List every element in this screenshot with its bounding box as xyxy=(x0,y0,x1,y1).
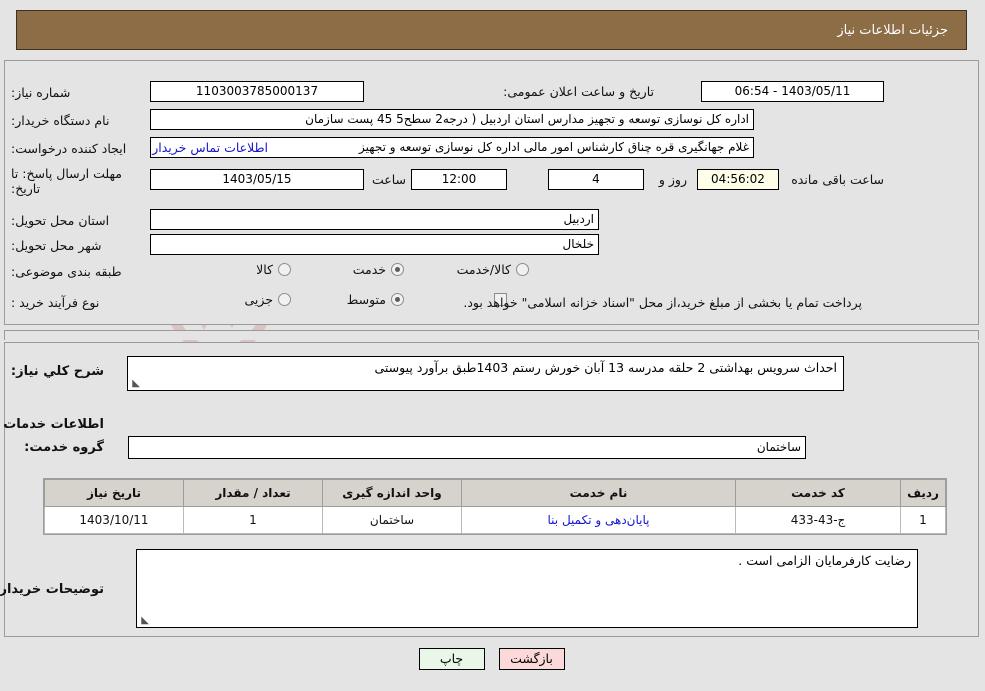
deadline-label: مهلت ارسال پاسخ: تا تاریخ: xyxy=(12,166,123,196)
remaining-days-label: روز و xyxy=(659,172,688,187)
service-group-label: گروه خدمت: xyxy=(25,440,105,455)
cell-unit: ساختمان xyxy=(323,506,463,534)
radio-category-kala-khedmat[interactable]: کالا/خدمت xyxy=(458,262,530,277)
request-creator-label: ایجاد کننده درخواست: xyxy=(12,141,128,156)
service-group-value: ساختمان xyxy=(129,436,807,459)
resize-grip-icon[interactable]: ◣ xyxy=(131,379,141,389)
cell-need-date: 1403/10/11 xyxy=(45,506,185,534)
cell-row-index: 1 xyxy=(901,506,947,534)
deadline-time-value: 12:00 xyxy=(412,169,508,190)
purchase-process-label: نوع فرآیند خرید : xyxy=(12,295,101,310)
delivery-province-value: اردبیل xyxy=(151,209,600,230)
remaining-time-label: ساعت باقی مانده xyxy=(792,172,885,187)
buyer-org-label: نام دستگاه خریدار: xyxy=(12,113,111,128)
col-row-index: ردیف xyxy=(901,479,947,507)
cell-service-code: ج-43-433 xyxy=(736,506,902,534)
page-title-bar: جزئیات اطلاعات نیاز xyxy=(17,10,968,50)
remaining-days-value: 4 xyxy=(549,169,645,190)
buyer-notes-textarea[interactable]: رضایت کارفرمایان الزامی است . ◣ xyxy=(137,549,919,628)
radio-icon[interactable] xyxy=(279,293,292,306)
delivery-province-label: استان محل تحویل: xyxy=(12,213,111,228)
services-section-title: اطلاعات خدمات مورد نیاز xyxy=(0,417,105,432)
announce-date-value: 1403/05/11 - 06:54 xyxy=(702,81,885,102)
radio-label: کالا xyxy=(257,262,274,277)
announce-date-label: تاریخ و ساعت اعلان عمومی: xyxy=(504,84,655,99)
radio-label: کالا/خدمت xyxy=(457,262,512,277)
radio-label: متوسط xyxy=(347,292,387,307)
remaining-time-value: 04:56:02 xyxy=(698,169,780,190)
subject-category-label: طبقه بندی موضوعی: xyxy=(12,264,123,279)
buyer-notes-value: رضایت کارفرمایان الزامی است . xyxy=(739,553,912,568)
general-description-textarea[interactable]: احداث سرویس بهداشتی 2 حلقه مدرسه 13 آبان… xyxy=(128,356,845,391)
general-description-label: شرح کلي نیاز: xyxy=(11,364,105,379)
radio-process-motavaset[interactable]: متوسط xyxy=(348,292,405,307)
buyer-notes-label: توضیحات خریدار: xyxy=(0,582,105,597)
back-button[interactable]: بازگشت xyxy=(499,648,566,670)
buyer-contact-link[interactable]: اطلاعات تماس خریدار xyxy=(153,140,269,155)
page-title: جزئیات اطلاعات نیاز xyxy=(838,22,949,38)
radio-process-jozii[interactable]: جزیی xyxy=(245,292,292,307)
deadline-time-label: ساعت xyxy=(372,172,407,187)
need-number-value: 1103003785000137 xyxy=(151,81,365,102)
delivery-city-value: خلخال xyxy=(151,234,600,255)
radio-icon[interactable] xyxy=(279,263,292,276)
radio-icon-selected[interactable] xyxy=(392,293,405,306)
col-unit: واحد اندازه گیری xyxy=(323,479,463,507)
col-service-name: نام خدمت xyxy=(462,479,737,507)
radio-icon[interactable] xyxy=(517,263,530,276)
panel-divider xyxy=(5,330,980,340)
treasury-bond-text: پرداخت تمام یا بخشی از مبلغ خرید،از محل … xyxy=(464,295,863,310)
resize-grip-icon[interactable]: ◣ xyxy=(140,616,150,626)
col-service-code: کد خدمت xyxy=(736,479,902,507)
deadline-date-value: 1403/05/15 xyxy=(151,169,365,190)
radio-label: جزیی xyxy=(245,292,274,307)
buyer-org-value: اداره کل نوسازی توسعه و تجهیز مدارس استا… xyxy=(151,109,755,130)
cell-quantity: 1 xyxy=(184,506,324,534)
radio-label: خدمت xyxy=(353,262,387,277)
print-button[interactable]: چاپ xyxy=(419,648,486,670)
delivery-city-label: شهر محل تحویل: xyxy=(12,238,103,253)
table-row: 1 ج-43-433 پایان‌دهی و تکمیل بنا ساختمان… xyxy=(45,506,947,534)
general-description-value: احداث سرویس بهداشتی 2 حلقه مدرسه 13 آبان… xyxy=(375,360,838,375)
radio-category-kala[interactable]: کالا xyxy=(257,262,292,277)
services-table: ردیف کد خدمت نام خدمت واحد اندازه گیری ت… xyxy=(44,478,948,535)
action-button-bar: بازگشت چاپ xyxy=(0,648,985,670)
table-header-row: ردیف کد خدمت نام خدمت واحد اندازه گیری ت… xyxy=(45,479,947,507)
col-need-date: تاریخ نیاز xyxy=(45,479,185,507)
radio-category-khedmat[interactable]: خدمت xyxy=(354,262,405,277)
need-number-label: شماره نیاز: xyxy=(12,85,72,100)
col-quantity: تعداد / مقدار xyxy=(184,479,324,507)
cell-service-name[interactable]: پایان‌دهی و تکمیل بنا xyxy=(462,506,737,534)
radio-icon-selected[interactable] xyxy=(392,263,405,276)
